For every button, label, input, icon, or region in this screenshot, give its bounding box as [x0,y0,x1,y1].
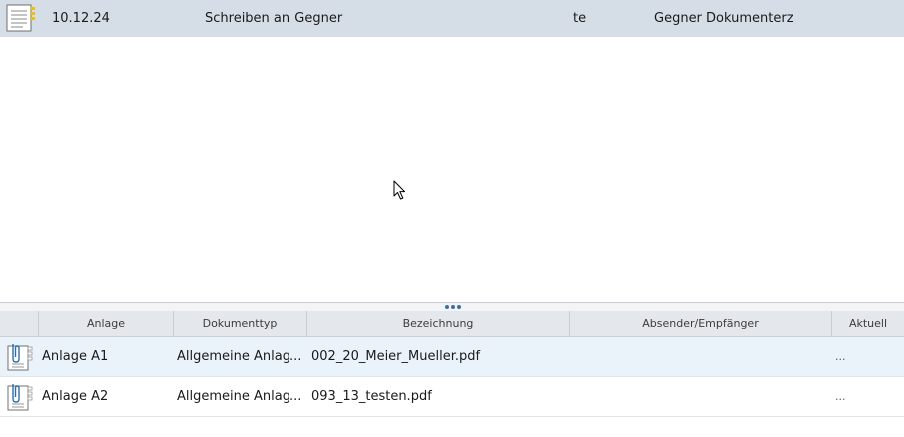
table-row[interactable]: Anlage A2 Allgemeine Anlage ( ... 093_13… [0,377,904,417]
mouse-pointer-icon [393,180,407,200]
attachment-doctype-truncation: ... [289,389,302,404]
document-list-pane[interactable]: 10.12.24 Schreiben an Gegner te Gegner D… [0,0,904,302]
header-icon-column[interactable] [0,311,39,336]
attachments-table: Anlage Dokumenttyp Bezeichnung Absender/… [0,311,904,437]
attachment-current: ... [835,390,846,403]
attachment-doctype: Allgemeine Anlage ( [177,349,289,364]
column-header-aktuell[interactable]: Aktuell [832,311,904,336]
attachment-name: Anlage A2 [42,389,109,404]
app-window: 10.12.24 Schreiben an Gegner te Gegner D… [0,0,904,437]
splitter-grip-dot [457,305,461,309]
table-row[interactable]: Anlage A1 Allgemeine Anlage ( ... 002_20… [0,337,904,377]
document-type: Gegner Dokumenterz [654,11,794,26]
paperclip-document-icon [5,342,35,372]
attachments-table-header: Anlage Dokumenttyp Bezeichnung Absender/… [0,311,904,337]
column-header-bezeichnung[interactable]: Bezeichnung [307,311,570,336]
splitter-grip-dot [451,305,455,309]
column-header-anlage[interactable]: Anlage [39,311,174,336]
attachment-doctype-truncation: ... [289,349,302,364]
column-header-dokumenttyp[interactable]: Dokumenttyp [174,311,307,336]
column-header-absender-empfaenger[interactable]: Absender/Empfänger [570,311,832,336]
document-row[interactable]: 10.12.24 Schreiben an Gegner te Gegner D… [0,0,904,37]
document-subject: Schreiben an Gegner [205,11,343,26]
pane-splitter-handle[interactable] [0,302,904,311]
attachment-name: Anlage A1 [42,349,109,364]
document-note-icon [5,4,37,32]
attachment-filename: 002_20_Meier_Mueller.pdf [311,349,481,364]
splitter-grip-dot [445,305,449,309]
document-date: 10.12.24 [52,11,110,26]
document-author: te [573,11,587,26]
attachment-doctype: Allgemeine Anlage ( [177,389,289,404]
paperclip-document-icon [5,382,35,412]
attachment-filename: 093_13_testen.pdf [311,389,432,404]
attachment-current: ... [835,350,846,363]
